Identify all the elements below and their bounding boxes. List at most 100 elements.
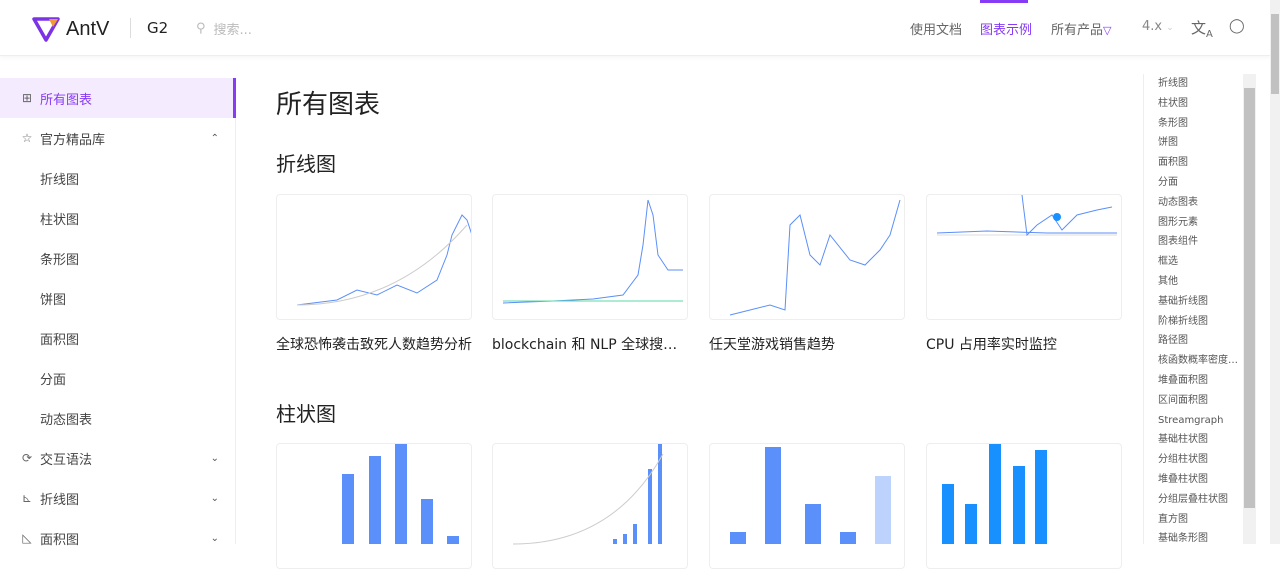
anchor-link[interactable]: Streamgraph [1144,411,1243,431]
anchor-link[interactable]: 基础条形图 [1144,529,1243,549]
chart-thumbnail [502,199,683,304]
chevron-down-icon: ⌄ [1166,23,1174,33]
sidebar-item[interactable]: ⟳ 交互语法 ⌄ [0,438,235,478]
anchor-link[interactable]: 区间面积图 [1144,391,1243,411]
active-nav-indicator [980,0,1028,3]
anchor-link[interactable]: 图表组件 [1144,232,1243,252]
sidebar-item-label: 面积图 [40,532,80,548]
anchor-link[interactable]: 直方图 [1144,510,1243,530]
chart-card[interactable] [276,194,472,320]
sidebar-item-label: 交互语法 [40,452,93,468]
chart-thumbnail [512,444,664,545]
anchor-link[interactable]: 路径图 [1144,331,1243,351]
anchor-link[interactable]: 柱状图 [1144,94,1243,114]
sidebar: ⊞ 所有图表 ☆ 官方精品库 ⌃ 折线图 柱状图 条形图 饼图 面积图 分面 动态图表 ⟳ 交互语法 ⌄ ⊾ 折… [0,78,236,548]
sidebar-item-label: 官方精品库 [40,132,106,148]
anchor-link[interactable]: 堆叠柱状图 [1144,470,1243,490]
product-name[interactable]: G2 [147,19,168,37]
sidebar-item-label: 条形图 [40,252,80,268]
chart-card[interactable] [709,443,905,569]
chart-card-title[interactable]: 任天堂游戏销售趋势 [709,334,905,354]
chevron-down-icon: ⌄ [210,492,219,504]
sidebar-item[interactable]: ◺ 面积图 ⌄ [0,518,235,558]
chart-thumbnail [342,444,459,544]
anchor-link[interactable]: 分组柱状图 [1144,450,1243,470]
sidebar-item-label: 动态图表 [40,412,93,428]
antv-logo-icon [32,17,60,42]
sidebar-item[interactable]: 条形图 [0,238,235,278]
chart-card[interactable] [709,194,905,320]
github-icon[interactable]: ◯ [1229,18,1245,34]
anchor-nav: 折线图 柱状图 条形图 饼图 面积图 分面 动态图表 图形元素 图表组件 框选 其他 基础折线图 阶梯折… [1143,74,1243,544]
anchor-link[interactable]: 基础柱状图 [1144,430,1243,450]
anchor-link[interactable]: 基础折线图 [1144,292,1243,312]
anchor-link[interactable]: 动态图表 [1144,193,1243,213]
page-scrollbar[interactable] [1270,0,1280,544]
sidebar-item[interactable]: 动态图表 [0,398,235,438]
search-icon: ⚲ [196,21,206,36]
section-title-bar: 柱状图 [276,402,336,426]
anchor-link[interactable]: 图形元素 [1144,213,1243,233]
sidebar-item-label: 折线图 [40,492,80,508]
chart-card-title[interactable]: 全球恐怖袭击致死人数趋势分析 [276,334,472,354]
sidebar-item[interactable]: 面积图 [0,318,235,358]
section-title-line: 折线图 [276,152,336,176]
antv-logo[interactable]: AntV [32,16,109,42]
sidebar-item-label: 所有图表 [40,92,93,108]
products-triangle-icon: ▽ [1103,24,1112,37]
sidebar-item[interactable]: 分面 [0,358,235,398]
sidebar-item[interactable]: ☆ 官方精品库 ⌃ [0,118,235,158]
anchor-link[interactable]: 阶梯折线图 [1144,312,1243,332]
anchor-link[interactable]: 其他 [1144,272,1243,292]
chart-thumbnail [296,214,471,306]
chevron-down-icon: ⌄ [210,532,219,544]
nav-examples[interactable]: 图表示例 [980,19,1032,38]
anchor-link[interactable]: 分面 [1144,173,1243,193]
chevron-up-icon: ⌃ [210,132,219,144]
top-header: AntV G2 ⚲ 搜索... 使用文档 图表示例 所有产品▽ 4.x ⌄ 文A… [0,0,1270,56]
anchor-link[interactable]: 框选 [1144,252,1243,272]
grid-icon: ⊞ [21,91,33,105]
anchor-scrollbar[interactable] [1243,74,1256,544]
anchor-link[interactable]: 饼图 [1144,133,1243,153]
chart-card[interactable] [492,443,688,569]
anchor-link[interactable]: 核函数概率密度估计 [1144,351,1243,371]
sync-icon: ⟳ [21,451,33,465]
nav-docs[interactable]: 使用文档 [910,19,962,38]
sidebar-item[interactable]: ⊞ 所有图表 [0,78,236,118]
search-box[interactable]: ⚲ 搜索... [196,19,252,38]
sidebar-item-label: 折线图 [40,172,80,188]
chart-card-title[interactable]: blockchain 和 NLP 全球搜索趋势 [492,334,688,354]
star-icon: ☆ [21,131,33,145]
sidebar-item[interactable]: 饼图 [0,278,235,318]
chart-thumbnail [729,199,901,316]
anchor-link[interactable]: 折线图 [1144,74,1243,94]
sidebar-item-label: 柱状图 [40,212,80,228]
anchor-link[interactable]: 条形图 [1144,114,1243,134]
nav-products[interactable]: 所有产品▽ [1051,19,1111,38]
area-chart-icon: ◺ [22,531,32,545]
chart-card-title[interactable]: CPU 占用率实时监控 [926,334,1122,354]
anchor-link[interactable]: 堆叠面积图 [1144,371,1243,391]
sidebar-item[interactable]: 折线图 [0,158,235,198]
chart-card[interactable] [926,443,1122,569]
chart-card[interactable] [926,194,1122,320]
translate-icon[interactable]: 文A [1191,17,1213,40]
chart-thumbnail [936,195,1117,237]
search-input[interactable]: 搜索... [214,19,252,38]
line-chart-icon: ⊾ [21,491,33,505]
sidebar-item-label: 分面 [40,372,67,388]
sidebar-item[interactable]: ⊾ 折线图 ⌄ [0,478,235,518]
chart-card[interactable] [276,443,472,569]
sidebar-item[interactable]: 柱状图 [0,198,235,238]
anchor-link[interactable]: 面积图 [1144,153,1243,173]
chart-card[interactable] [492,194,688,320]
sidebar-item-label: 面积图 [40,332,80,348]
chart-thumbnail [730,447,891,544]
divider [130,18,131,38]
page-title: 所有图表 [276,90,381,120]
nav-products-label: 所有产品 [1051,23,1104,38]
version-select[interactable]: 4.x ⌄ [1142,19,1174,34]
anchor-link[interactable]: 分组层叠柱状图 [1144,490,1243,510]
sidebar-item-label: 饼图 [40,292,67,308]
